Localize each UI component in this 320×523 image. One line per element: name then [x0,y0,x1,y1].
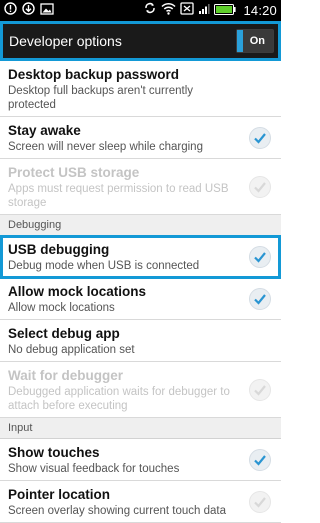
image-icon [40,2,54,20]
checkbox-disabled-icon[interactable] [249,175,271,198]
checkbox-checked-icon[interactable] [249,126,271,149]
item-title: Select debug app [8,326,120,341]
item-summary: Debugged application waits for debugger … [8,386,230,412]
list-item-select-debug-app[interactable]: Select debug app No debug application se… [0,320,281,362]
settings-list: Desktop backup password Desktop full bac… [0,61,281,523]
item-summary: Allow mock locations [8,302,115,314]
item-title: Allow mock locations [8,284,147,299]
list-item-pointer-location[interactable]: Pointer location Screen overlay showing … [0,481,281,523]
download-icon [22,1,35,20]
checkbox-unchecked-icon[interactable] [249,490,271,513]
item-summary: Screen overlay showing current touch dat… [8,505,226,517]
list-item-desktop-backup-password[interactable]: Desktop backup password Desktop full bac… [0,61,281,117]
item-title: Desktop backup password [8,67,180,82]
list-item-wait-for-debugger[interactable]: Wait for debugger Debugged application w… [0,362,281,418]
battery-icon [214,2,237,20]
clock-time: 14:20 [243,3,277,18]
item-summary: No debug application set [8,344,135,356]
notification-icons [4,1,54,20]
list-item-allow-mock-locations[interactable]: Allow mock locations Allow mock location… [0,278,281,320]
item-summary: Screen will never sleep while charging [8,141,203,153]
item-summary: Show visual feedback for touches [8,463,180,475]
list-item-stay-awake[interactable]: Stay awake Screen will never sleep while… [0,117,281,159]
signal-muted-icon [180,1,195,20]
list-item-usb-debugging[interactable]: USB debugging Debug mode when USB is con… [0,236,281,278]
section-header-input: Input [0,418,281,439]
checkbox-checked-icon[interactable] [249,287,271,310]
checkbox-checked-icon[interactable] [249,448,271,471]
developer-options-toggle[interactable]: On [235,29,274,53]
toggle-label: On [242,30,273,52]
list-item-protect-usb-storage[interactable]: Protect USB storage Apps must request pe… [0,159,281,215]
wifi-icon [161,2,176,20]
item-summary: Desktop full backups aren't currently pr… [8,85,194,111]
checkbox-checked-icon[interactable] [249,245,271,268]
system-icons: 14:20 [143,1,277,20]
item-summary: Debug mode when USB is connected [8,260,200,272]
sync-icon [143,1,157,20]
checkbox-disabled-icon[interactable] [249,378,271,401]
list-item-show-touches[interactable]: Show touches Show visual feedback for to… [0,439,281,481]
alert-icon [4,1,17,20]
item-title: Wait for debugger [8,368,123,383]
item-title: Stay awake [8,123,81,138]
section-header-debugging: Debugging [0,215,281,236]
signal-bars-icon [198,2,211,20]
item-title: Show touches [8,445,100,460]
item-title: USB debugging [8,242,110,257]
page-title: Developer options [9,33,122,49]
action-bar: Developer options On [0,21,281,61]
item-title: Pointer location [8,487,111,502]
item-summary: Apps must request permission to read USB… [8,183,229,209]
item-title: Protect USB storage [8,165,140,180]
status-bar: 14:20 [0,0,281,21]
